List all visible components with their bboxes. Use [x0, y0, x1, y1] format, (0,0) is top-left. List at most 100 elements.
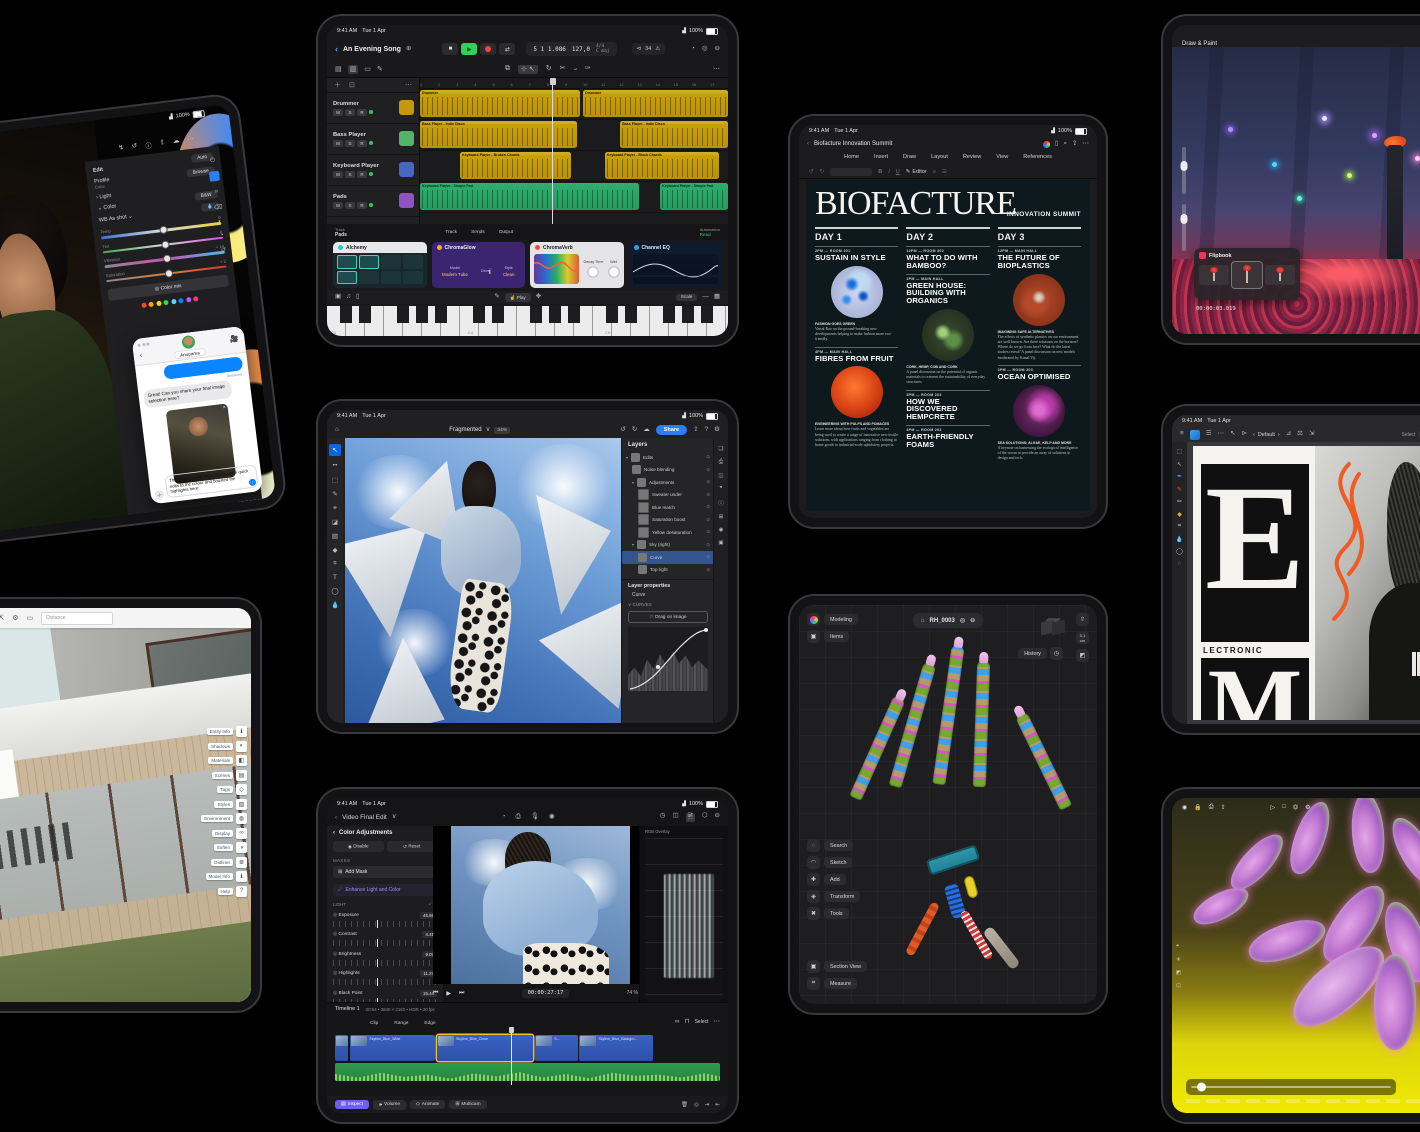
appearance-icon[interactable]: ◩ — [1076, 649, 1089, 662]
layer-visibility-icon[interactable]: ⊙ — [706, 479, 710, 485]
alchemy-presets[interactable] — [337, 255, 423, 284]
tool-item[interactable]: ◈ Transform — [807, 890, 860, 903]
snap-icon[interactable]: ⊿ — [1286, 431, 1291, 438]
panel-button[interactable]: Materials ◧ — [208, 755, 247, 766]
adjust-icon[interactable]: ◫ — [718, 473, 723, 479]
track-header[interactable]: Pads M S R — [327, 186, 419, 217]
panel-back-chevron[interactable]: ‹ — [333, 830, 335, 836]
skip-forward-icon[interactable]: ⏭ — [459, 990, 464, 997]
region[interactable]: Drummer — [583, 90, 728, 117]
flipbook-panel[interactable]: Flipbook — [1194, 248, 1300, 300]
track-header[interactable]: Keyboard Player M S R — [327, 155, 419, 186]
material-tool-icon[interactable]: ◩ — [1176, 970, 1181, 976]
skip-back-icon[interactable]: ⏮ — [433, 990, 438, 997]
lasso-tool-icon[interactable]: ꕹ — [332, 462, 337, 470]
distance-input[interactable]: Distance — [41, 612, 113, 625]
play-icon[interactable]: ▷ — [1271, 804, 1276, 811]
record-enable-button[interactable]: R — [357, 140, 367, 147]
tool-item[interactable]: ◌ Search — [807, 839, 860, 852]
viewer[interactable] — [433, 826, 648, 984]
play-icon[interactable]: ▶ — [446, 990, 451, 997]
redo-icon[interactable]: ↻ — [820, 169, 825, 175]
cycle-button[interactable]: ⇄ — [499, 43, 515, 55]
camera-icon[interactable]: ⎙ — [516, 814, 521, 821]
items-icon[interactable]: ▣ — [807, 630, 820, 643]
song-more-icon[interactable]: ⊕ — [406, 46, 411, 53]
panel-button[interactable]: Help ? — [218, 886, 247, 897]
document-page[interactable]: BIOFACTURE INNOVATION SUMMIT DAY 1 2PM —… — [806, 180, 1090, 511]
render-canvas[interactable] — [1172, 798, 1420, 1113]
document-pill[interactable]: ⌂ RH_0003 ◎ ⊖ — [913, 613, 983, 628]
stop-icon[interactable]: □ — [1282, 804, 1286, 811]
brush-size-slider[interactable] — [1182, 147, 1186, 193]
audio-track[interactable] — [335, 1063, 720, 1081]
color-dot[interactable] — [163, 300, 169, 306]
keyboard-settings-icon[interactable]: ▣ — [335, 294, 341, 301]
video-clip[interactable]: Skyline_Blue_Wide — [350, 1035, 435, 1061]
mute-button[interactable]: M — [333, 140, 343, 147]
reset-button[interactable]: ↺ Reset — [387, 841, 438, 852]
mod-icon[interactable]: ▯ — [356, 294, 360, 301]
loop-tool-icon[interactable]: ↻ — [546, 65, 552, 74]
crop-tool-icon[interactable]: ⌗ — [214, 189, 218, 196]
camera-icon[interactable]: ⎙ — [719, 459, 723, 466]
layer-visibility-icon[interactable]: ⊙ — [706, 554, 710, 560]
wet-knob[interactable] — [608, 266, 620, 278]
layer-row[interactable]: ▾ Sky (right) ⊙ — [622, 539, 714, 552]
trash-icon[interactable]: 🗑 — [681, 1102, 688, 1108]
color-wheel-icon[interactable] — [1043, 141, 1050, 148]
snap-icon[interactable]: ⊓ — [685, 1019, 690, 1026]
adjustment-slider[interactable]: ◎ Highlights11.27 — [333, 970, 437, 985]
template-icon[interactable]: ⊡ — [349, 81, 355, 89]
edit-icon[interactable] — [209, 171, 220, 182]
eraser-tool-icon[interactable]: ◪ — [332, 518, 338, 526]
view-tool-icon[interactable]: ⌗ — [807, 977, 820, 990]
node-tool-icon[interactable]: ⊳ — [1242, 431, 1247, 438]
solo-button[interactable]: S — [345, 202, 355, 209]
edit-mode-tab[interactable]: Clip — [363, 1019, 385, 1027]
photo-canvas[interactable] — [345, 438, 622, 723]
play-mode-button[interactable]: ☝ Play — [505, 293, 531, 302]
modeling-button[interactable]: Modeling — [824, 614, 858, 625]
panel-button-icon[interactable]: ℹ — [236, 726, 247, 737]
items-button[interactable]: Items — [824, 631, 849, 642]
clone-tool-icon[interactable]: ⚭ — [332, 504, 337, 512]
clock-icon[interactable]: ◷ — [660, 813, 666, 822]
record-enable-button[interactable]: R — [357, 202, 367, 209]
layer-row[interactable]: Top right ⊙ — [622, 564, 714, 577]
video-clip[interactable]: Skyline_Blue_Close — [437, 1035, 533, 1061]
keys-zoom-icon[interactable]: ▦ — [714, 294, 720, 302]
color-dot[interactable] — [141, 303, 147, 309]
layer-visibility-icon[interactable]: ⊙ — [706, 567, 710, 573]
panel-button[interactable]: Model Info ℹ — [206, 871, 247, 882]
curves-editor[interactable] — [628, 627, 708, 691]
cut-tool-icon[interactable]: ✂ — [560, 65, 566, 74]
more-icon[interactable]: ⋯ — [1218, 431, 1225, 438]
pencil-mode-icon[interactable]: ✎ — [494, 294, 499, 301]
masking-icon[interactable]: ◐ — [218, 219, 222, 225]
fill-tool-icon[interactable]: ◆ — [1177, 511, 1182, 518]
share-icon[interactable]: ⇪ — [1221, 804, 1226, 811]
bar-ruler[interactable]: 1234567891011121314151617 — [420, 78, 728, 89]
collapse-icon[interactable]: ⊖ — [970, 618, 975, 624]
versions-icon[interactable]: ◔ — [220, 233, 224, 239]
mute-button[interactable]: M — [333, 171, 343, 178]
color-dot[interactable] — [149, 302, 155, 308]
eye-icon[interactable]: ◉ — [719, 527, 724, 533]
app-icon[interactable] — [807, 613, 820, 626]
export-icon[interactable]: ⇧ — [1076, 613, 1089, 626]
mixer-view-icon[interactable]: ▥ — [348, 65, 359, 74]
layer-visibility-icon[interactable]: ⊙ — [706, 492, 710, 498]
eyedropper-icon[interactable]: 💧 — [1176, 536, 1183, 543]
export-icon[interactable]: ⇱ — [0, 614, 4, 622]
export-frame-icon[interactable]: ▣ — [718, 540, 723, 546]
tool-item[interactable]: ◠ Sketch — [807, 856, 860, 869]
layer-visibility-icon[interactable]: ⊙ — [706, 467, 710, 473]
underline-button[interactable]: U — [896, 169, 900, 175]
view-tool-icon[interactable]: ▣ — [807, 960, 820, 973]
painting-canvas[interactable]: Flipbook 00:00:03.019 — [1172, 47, 1420, 334]
info-icon[interactable]: ◎ — [702, 46, 708, 53]
record-enable-button[interactable]: R — [357, 109, 367, 116]
slider-track[interactable] — [333, 921, 437, 927]
panel-button-icon[interactable]: ∞ — [236, 828, 247, 839]
